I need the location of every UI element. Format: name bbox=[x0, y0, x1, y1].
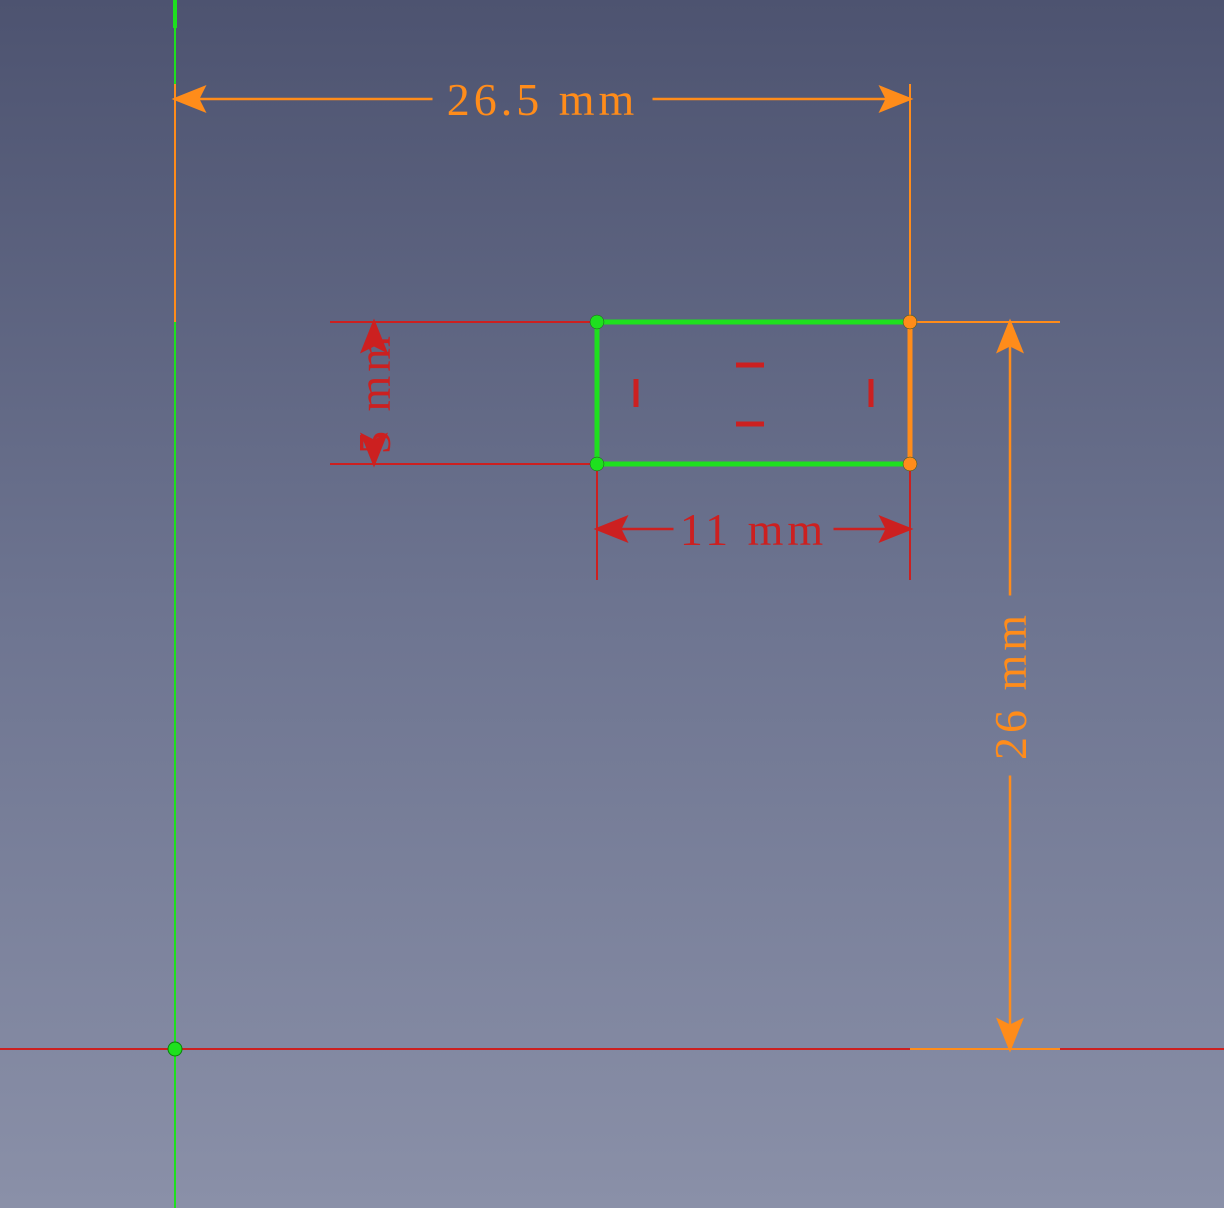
origin-point[interactable] bbox=[168, 1042, 182, 1056]
dim-label-rect-width[interactable]: 11 mm bbox=[680, 504, 827, 555]
sketch-rectangle[interactable] bbox=[597, 322, 910, 464]
sketch-vertex[interactable] bbox=[903, 457, 917, 471]
sketch-vertex[interactable] bbox=[903, 315, 917, 329]
sketch-canvas[interactable]: 26.5 mm 26 mm 11 mm 5 mm bbox=[0, 0, 1224, 1208]
sketch-vertex[interactable] bbox=[590, 315, 604, 329]
dim-label-height-overall[interactable]: 26 mm bbox=[985, 611, 1036, 760]
dim-label-rect-height[interactable]: 5 mm bbox=[349, 332, 400, 454]
sketch-vertex[interactable] bbox=[590, 457, 604, 471]
dim-label-width-overall[interactable]: 26.5 mm bbox=[447, 74, 639, 125]
